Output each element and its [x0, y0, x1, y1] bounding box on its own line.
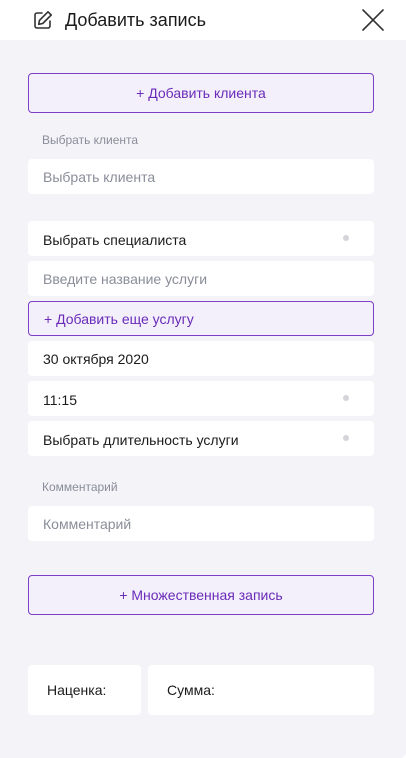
sum-label: Сумма:: [167, 682, 215, 698]
time-select[interactable]: 11:15: [28, 381, 374, 416]
close-icon[interactable]: [360, 8, 386, 32]
service-placeholder: Введите название услуги: [43, 271, 208, 287]
modal-title: Добавить запись: [65, 10, 206, 30]
dropdown-indicator-icon: [343, 395, 349, 401]
duration-value: Выбрать длительность услуги: [43, 432, 239, 448]
multiple-booking-button[interactable]: + Множественная запись: [28, 575, 374, 615]
markup-field[interactable]: Наценка:: [28, 665, 141, 715]
specialist-select[interactable]: Выбрать специалиста: [28, 221, 374, 256]
date-field[interactable]: 30 октября 2020: [28, 341, 374, 376]
client-placeholder: Выбрать клиента: [43, 169, 156, 185]
add-client-button[interactable]: + Добавить клиента: [28, 73, 374, 113]
client-select[interactable]: Выбрать клиента: [28, 159, 374, 194]
modal-header: Добавить запись: [0, 0, 406, 40]
markup-label: Наценка:: [47, 682, 107, 698]
time-value: 11:15: [43, 392, 77, 408]
comment-input[interactable]: Комментарий: [28, 506, 374, 541]
add-service-button[interactable]: + Добавить еще услугу: [28, 301, 374, 336]
dropdown-indicator-icon: [343, 435, 349, 441]
edit-icon: [34, 11, 52, 29]
service-input[interactable]: Введите название услуги: [28, 261, 374, 296]
comment-label: Комментарий: [42, 480, 118, 494]
duration-select[interactable]: Выбрать длительность услуги: [28, 421, 374, 456]
specialist-value: Выбрать специалиста: [43, 232, 187, 248]
sum-field: Сумма:: [148, 665, 374, 715]
comment-placeholder: Комментарий: [43, 516, 132, 532]
date-value: 30 октября 2020: [43, 351, 149, 367]
dropdown-indicator-icon: [343, 235, 349, 241]
client-label: Выбрать клиента: [42, 133, 139, 147]
